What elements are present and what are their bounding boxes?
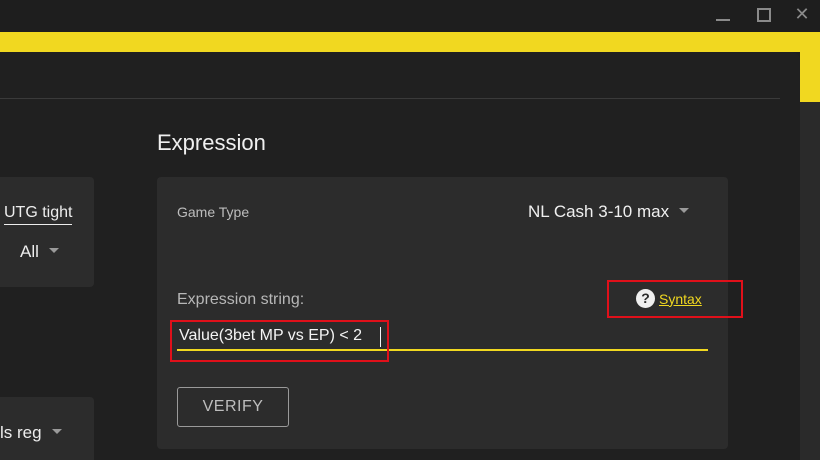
expression-section-title: Expression bbox=[157, 130, 266, 155]
scroll-gutter bbox=[800, 102, 820, 460]
highlight-box-expression bbox=[170, 320, 389, 362]
filter-card-left bbox=[0, 177, 94, 287]
game-type-value: NL Cash 3-10 max bbox=[528, 202, 670, 221]
window-titlebar: ✕ bbox=[0, 0, 820, 32]
game-type-label: Game Type bbox=[177, 204, 250, 220]
chevron-down-icon bbox=[51, 429, 62, 435]
filter-name-label[interactable]: UTG tight bbox=[4, 204, 73, 225]
player-type-value: ls reg bbox=[0, 423, 42, 442]
expression-string-label: Expression string: bbox=[177, 291, 305, 308]
accent-band bbox=[0, 32, 820, 52]
verify-button[interactable]: VERIFY bbox=[177, 387, 289, 427]
chevron-down-icon bbox=[48, 248, 59, 254]
filter-scope-select[interactable]: All bbox=[20, 242, 59, 262]
chevron-down-icon bbox=[679, 208, 690, 214]
player-type-select[interactable]: ls reg bbox=[0, 423, 62, 443]
close-icon[interactable]: ✕ bbox=[789, 4, 815, 26]
maximize-icon[interactable] bbox=[752, 4, 778, 26]
header-divider bbox=[0, 98, 780, 99]
game-type-select[interactable]: NL Cash 3-10 max bbox=[528, 202, 690, 222]
accent-band-edge bbox=[800, 32, 820, 102]
highlight-box-syntax bbox=[607, 280, 743, 318]
minimize-icon[interactable] bbox=[711, 4, 737, 26]
filter-scope-value: All bbox=[20, 242, 39, 261]
